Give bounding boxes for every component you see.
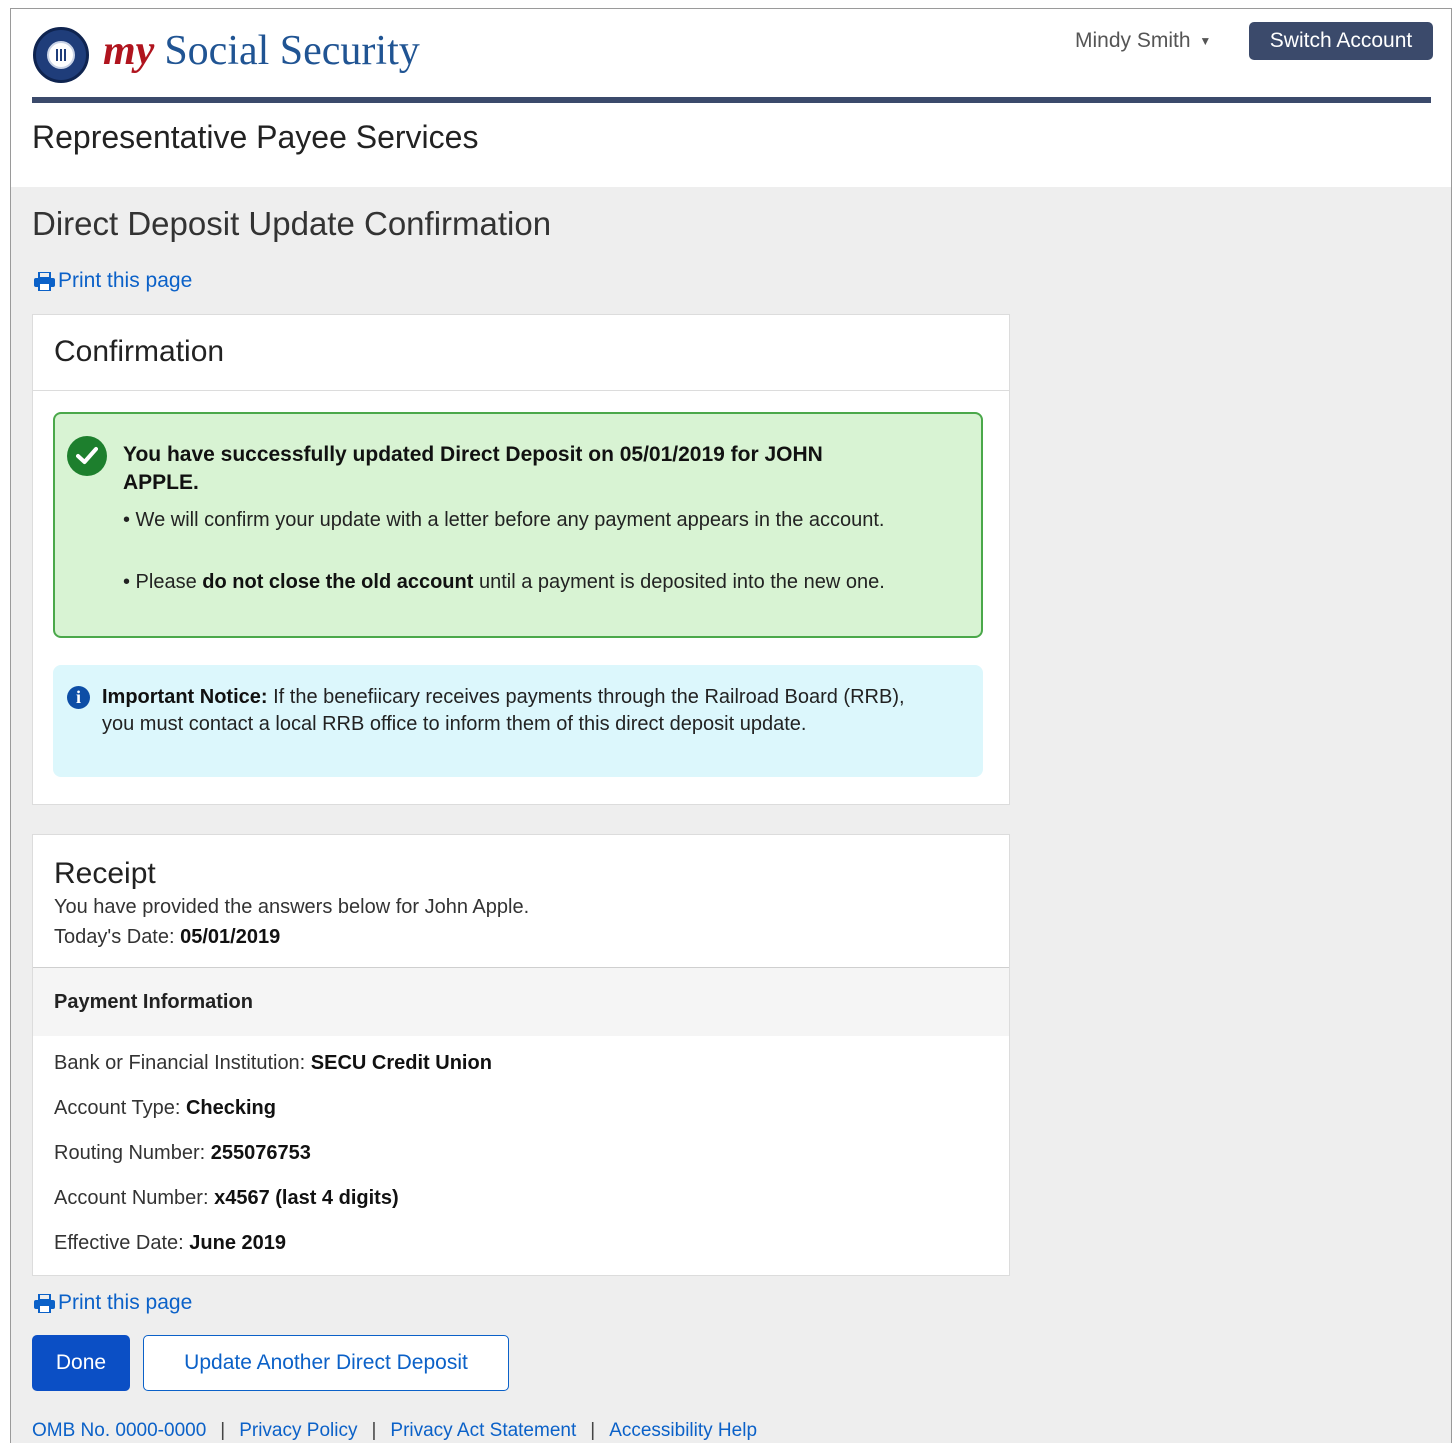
info-circle-icon: i [67,686,90,709]
detail-bank: Bank or Financial Institution: SECU Cred… [33,1041,1009,1086]
print-link-bottom[interactable]: Print this page [34,1291,192,1315]
detail-effective-date: Effective Date: June 2019 [33,1221,1009,1266]
notice-label: Important Notice: [102,686,268,708]
detail-routing-number: Routing Number: 255076753 [33,1131,1009,1176]
detail-value: 255076753 [210,1142,311,1164]
print-icon [34,271,55,291]
bullet-emphasis: do not close the old account [202,571,474,593]
footer-separator: | [590,1420,596,1441]
service-title: Representative Payee Services [32,119,479,155]
receipt-card: Receipt You have provided the answers be… [32,834,1010,1276]
date-value: 05/01/2019 [180,926,281,948]
success-bullet-old-account: • Please do not close the old account un… [123,569,903,596]
detail-value: June 2019 [189,1232,286,1254]
print-link-label: Print this page [58,1291,193,1314]
detail-value: x4567 (last 4 digits) [214,1187,399,1209]
accessibility-help-link[interactable]: Accessibility Help [609,1420,757,1441]
date-label: Today's Date: [54,926,181,948]
payment-information-heading: Payment Information [33,968,1009,1036]
receipt-provided-text: You have provided the answers below for … [54,896,530,918]
update-another-button[interactable]: Update Another Direct Deposit [143,1335,509,1391]
brand-my: my [103,28,155,74]
detail-label: Effective Date: [54,1232,190,1254]
check-circle-icon [67,436,107,476]
header-divider [32,97,1431,103]
page-frame: my Social Security Mindy Smith ▼ Switch A… [10,8,1452,1443]
page-title: Direct Deposit Update Confirmation [32,205,552,242]
success-alert: You have successfully updated Direct Dep… [53,412,983,638]
print-link-label: Print this page [58,269,193,292]
user-name: Mindy Smith [1075,29,1191,52]
user-menu[interactable]: Mindy Smith ▼ [1075,29,1211,53]
confirmation-card: Confirmation You have successfully updat… [32,314,1010,805]
bullet-text: until a payment is deposited into the ne… [473,571,885,593]
caret-down-icon: ▼ [1199,34,1212,49]
privacy-act-link[interactable]: Privacy Act Statement [390,1420,576,1441]
done-button[interactable]: Done [32,1335,130,1391]
confirmation-heading: Confirmation [33,315,1009,391]
detail-label: Account Type: [54,1097,186,1119]
footer-separator: | [371,1420,377,1441]
detail-label: Bank or Financial Institution: [54,1052,311,1074]
site-header: my Social Security Mindy Smith ▼ Switch A… [11,9,1451,187]
footer-separator: | [220,1420,226,1441]
omb-number: OMB No. 0000-0000 [32,1420,207,1441]
payment-details: Bank or Financial Institution: SECU Cred… [33,1036,1009,1266]
success-bullet-letter: • We will confirm your update with a let… [123,509,885,531]
brand-name: Social Security [164,28,420,74]
print-icon [34,1293,55,1313]
switch-account-button[interactable]: Switch Account [1249,22,1433,60]
detail-value: Checking [185,1097,276,1119]
print-link-top[interactable]: Print this page [34,269,192,293]
success-title: You have successfully updated Direct Dep… [123,443,823,494]
receipt-header: Receipt You have provided the answers be… [33,835,1009,968]
detail-label: Routing Number: [54,1142,211,1164]
important-notice: i Important Notice: If the benefiicary r… [53,665,983,777]
notice-text: Important Notice: If the benefiicary rec… [102,684,932,738]
detail-account-type: Account Type: Checking [33,1086,1009,1131]
todays-date: Today's Date: 05/01/2019 [54,922,1009,952]
detail-account-number: Account Number: x4567 (last 4 digits) [33,1176,1009,1221]
detail-label: Account Number: [54,1187,215,1209]
receipt-heading: Receipt [54,857,156,890]
brand-logo-text[interactable]: my Social Security [103,27,420,75]
footer-links: OMB No. 0000-0000 | Privacy Policy | Privacy… [32,1420,757,1442]
privacy-policy-link[interactable]: Privacy Policy [239,1420,357,1441]
bullet-text: • Please [123,571,203,593]
detail-value: SECU Credit Union [310,1052,492,1074]
ssa-seal-logo[interactable] [33,27,89,83]
